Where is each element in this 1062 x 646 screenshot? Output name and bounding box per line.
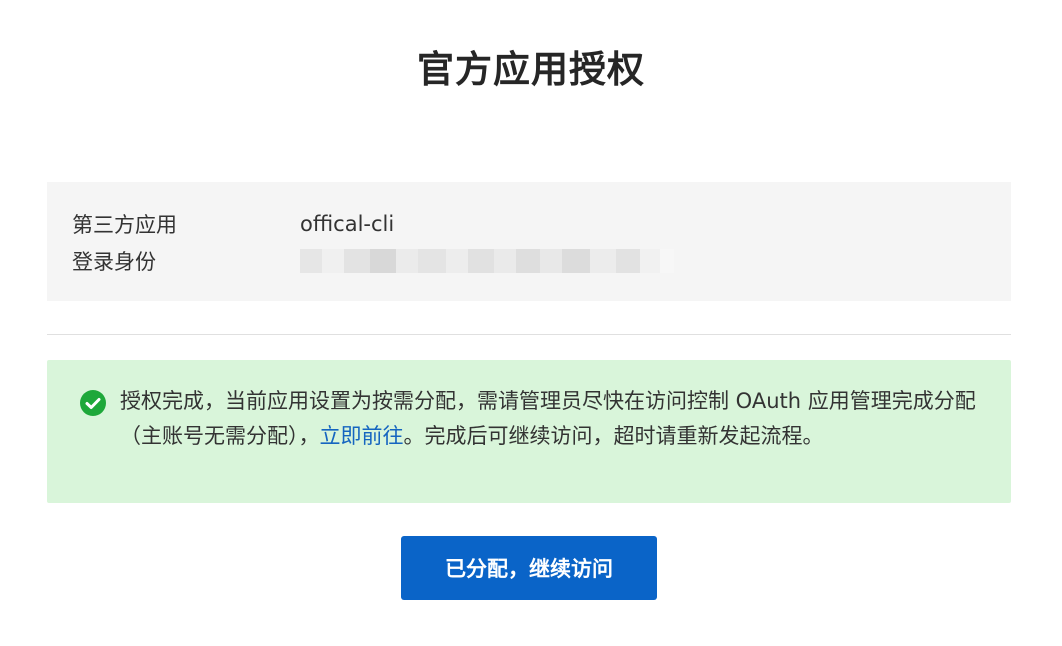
notice-text-after: 。完成后可继续访问，超时请重新发起流程。 bbox=[403, 424, 824, 448]
check-circle-icon bbox=[80, 390, 106, 416]
continue-access-button[interactable]: 已分配，继续访问 bbox=[401, 536, 657, 600]
app-value: offical-cli bbox=[300, 212, 395, 236]
info-row-identity: 登录身份 bbox=[72, 246, 674, 276]
notice-message: 授权完成，当前应用设置为按需分配，需请管理员尽快在访问控制 OAuth 应用管理… bbox=[120, 384, 986, 454]
identity-label: 登录身份 bbox=[72, 250, 156, 274]
section-divider bbox=[47, 334, 1011, 335]
info-row-app: 第三方应用 offical-cli bbox=[72, 209, 394, 239]
app-info-panel bbox=[47, 182, 1011, 301]
go-now-link[interactable]: 立即前往 bbox=[320, 424, 404, 448]
success-notice: 授权完成，当前应用设置为按需分配，需请管理员尽快在访问控制 OAuth 应用管理… bbox=[47, 360, 1011, 503]
app-label: 第三方应用 bbox=[72, 213, 177, 237]
page-title: 官方应用授权 bbox=[417, 48, 645, 91]
identity-value-masked bbox=[300, 249, 674, 273]
